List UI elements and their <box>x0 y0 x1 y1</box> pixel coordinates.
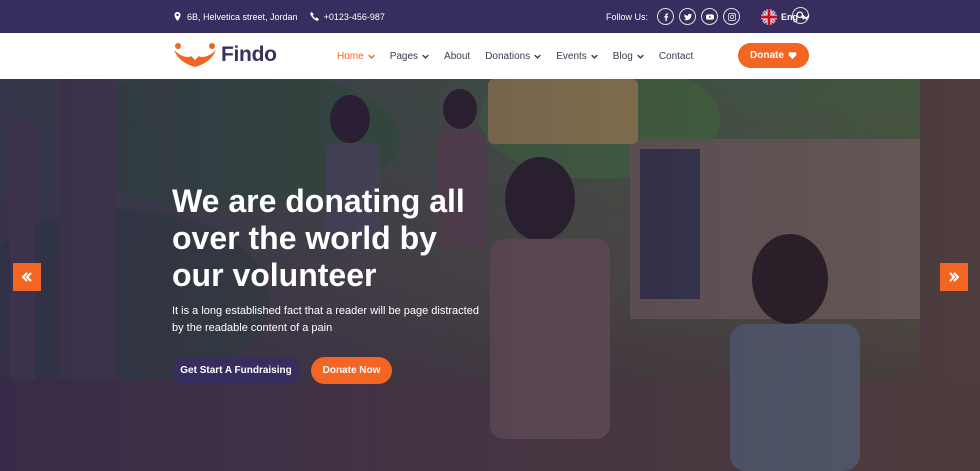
youtube-link[interactable] <box>701 8 718 25</box>
follow-label: Follow Us: <box>605 11 648 22</box>
brand-name: Findo <box>221 43 277 66</box>
top-bar: 6B, Helvetica street, Jordan +0123-456-9… <box>0 0 980 33</box>
hero-description: It is a long established fact that a rea… <box>172 305 479 334</box>
start-fundraising-button[interactable]: Get Start A Fundraising <box>172 357 300 384</box>
nav-item-label: Blog <box>612 50 633 62</box>
nav-item-label: Events <box>556 50 587 62</box>
donate-now-button[interactable]: Donate Now <box>311 357 392 384</box>
contact-info: 6B, Helvetica street, Jordan +0123-456-9… <box>173 0 385 33</box>
hands-heart-logo-icon <box>174 43 216 67</box>
main-navbar: Findo Home Pages About Donations Events … <box>0 33 980 79</box>
social-bar: Follow Us: Eng <box>606 0 810 33</box>
chevron-down-icon <box>637 53 644 60</box>
search-icon <box>796 11 805 20</box>
twitter-link[interactable] <box>679 8 696 25</box>
chevron-down-icon <box>591 53 598 60</box>
facebook-link[interactable] <box>657 8 674 25</box>
nav-item-blog[interactable]: Blog <box>613 51 644 62</box>
nav-item-home[interactable]: Home <box>337 51 375 62</box>
slider-next-button[interactable] <box>940 263 968 291</box>
chevron-down-icon <box>422 53 429 60</box>
double-chevron-right-icon <box>949 272 960 282</box>
hero-title: We are donating all over the world by ou… <box>172 183 502 294</box>
nav-item-label: Home <box>337 50 364 62</box>
hero-title-line: our volunteer <box>172 257 377 293</box>
map-pin-icon <box>174 12 181 21</box>
hero-slider: We are donating all over the world by ou… <box>0 79 980 471</box>
hero-title-line: We are donating all <box>172 183 465 219</box>
phone-item[interactable]: +0123-456-987 <box>309 11 385 22</box>
phone-text: +0123-456-987 <box>323 11 385 22</box>
heart-icon <box>788 52 797 60</box>
logo[interactable]: Findo <box>172 41 277 69</box>
hero-title-line: over the world by <box>172 220 437 256</box>
facebook-icon <box>663 12 668 21</box>
instagram-link[interactable] <box>723 8 740 25</box>
nav-item-events[interactable]: Events <box>556 51 598 62</box>
nav-item-label: About <box>444 50 471 62</box>
address-text: 6B, Helvetica street, Jordan <box>187 11 298 22</box>
nav-item-label: Donations <box>485 50 531 62</box>
instagram-icon <box>727 12 736 21</box>
twitter-icon <box>683 13 692 20</box>
double-chevron-left-icon <box>21 272 32 282</box>
uk-flag-icon <box>761 8 777 25</box>
chevron-down-icon <box>534 53 542 60</box>
address-item: 6B, Helvetica street, Jordan <box>173 12 298 22</box>
nav-item-label: Contact <box>658 50 694 62</box>
nav-menu: Home Pages About Donations Events Blog C… <box>337 33 693 79</box>
nav-item-donations[interactable]: Donations <box>485 50 542 62</box>
nav-item-pages[interactable]: Pages <box>390 51 429 62</box>
nav-item-label: Pages <box>389 50 419 62</box>
donate-button-label: Donate <box>750 50 784 61</box>
slider-prev-button[interactable] <box>13 263 41 291</box>
nav-item-about[interactable]: About <box>444 51 470 62</box>
youtube-icon <box>705 13 714 20</box>
phone-icon <box>309 12 319 21</box>
nav-item-contact[interactable]: Contact <box>659 51 693 62</box>
search-button[interactable] <box>792 7 809 24</box>
donate-button[interactable]: Donate <box>738 43 809 68</box>
chevron-down-icon <box>367 53 375 60</box>
